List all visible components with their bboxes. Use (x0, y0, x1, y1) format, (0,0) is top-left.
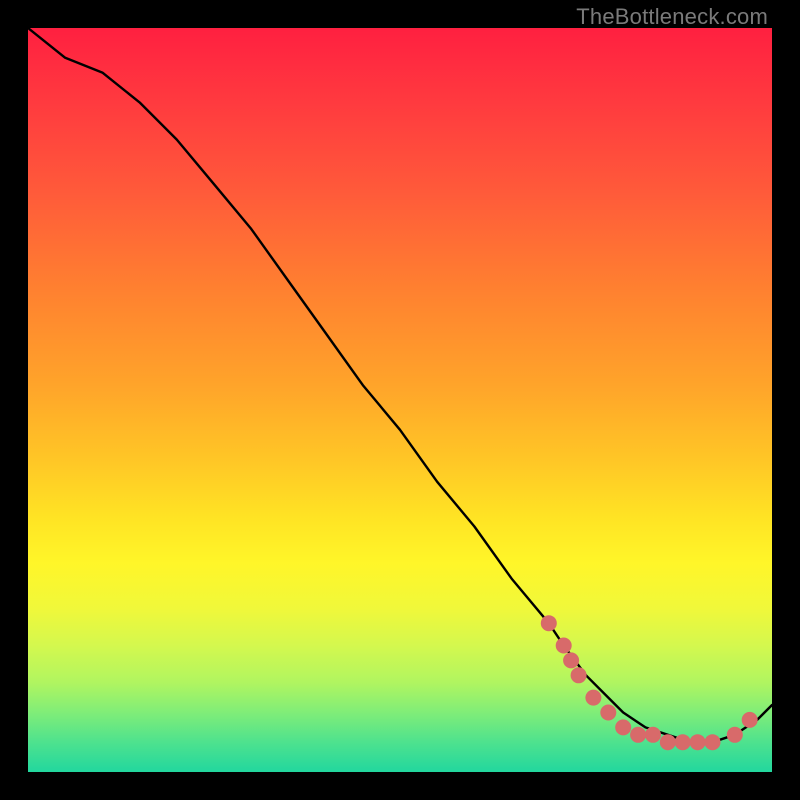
marker-dot (675, 734, 691, 750)
marker-dot (600, 705, 616, 721)
chart-frame: TheBottleneck.com (0, 0, 800, 800)
marker-dot (690, 734, 706, 750)
marker-dot (563, 652, 579, 668)
marker-dot (571, 667, 587, 683)
curve-markers (541, 615, 758, 750)
marker-dot (660, 734, 676, 750)
plot-area (28, 28, 772, 772)
marker-dot (727, 727, 743, 743)
marker-dot (585, 690, 601, 706)
marker-dot (705, 734, 721, 750)
marker-dot (645, 727, 661, 743)
marker-dot (615, 719, 631, 735)
marker-dot (630, 727, 646, 743)
watermark-text: TheBottleneck.com (576, 4, 768, 30)
marker-dot (742, 712, 758, 728)
marker-dot (556, 638, 572, 654)
curve-svg (28, 28, 772, 772)
marker-dot (541, 615, 557, 631)
bottleneck-curve (28, 28, 772, 742)
